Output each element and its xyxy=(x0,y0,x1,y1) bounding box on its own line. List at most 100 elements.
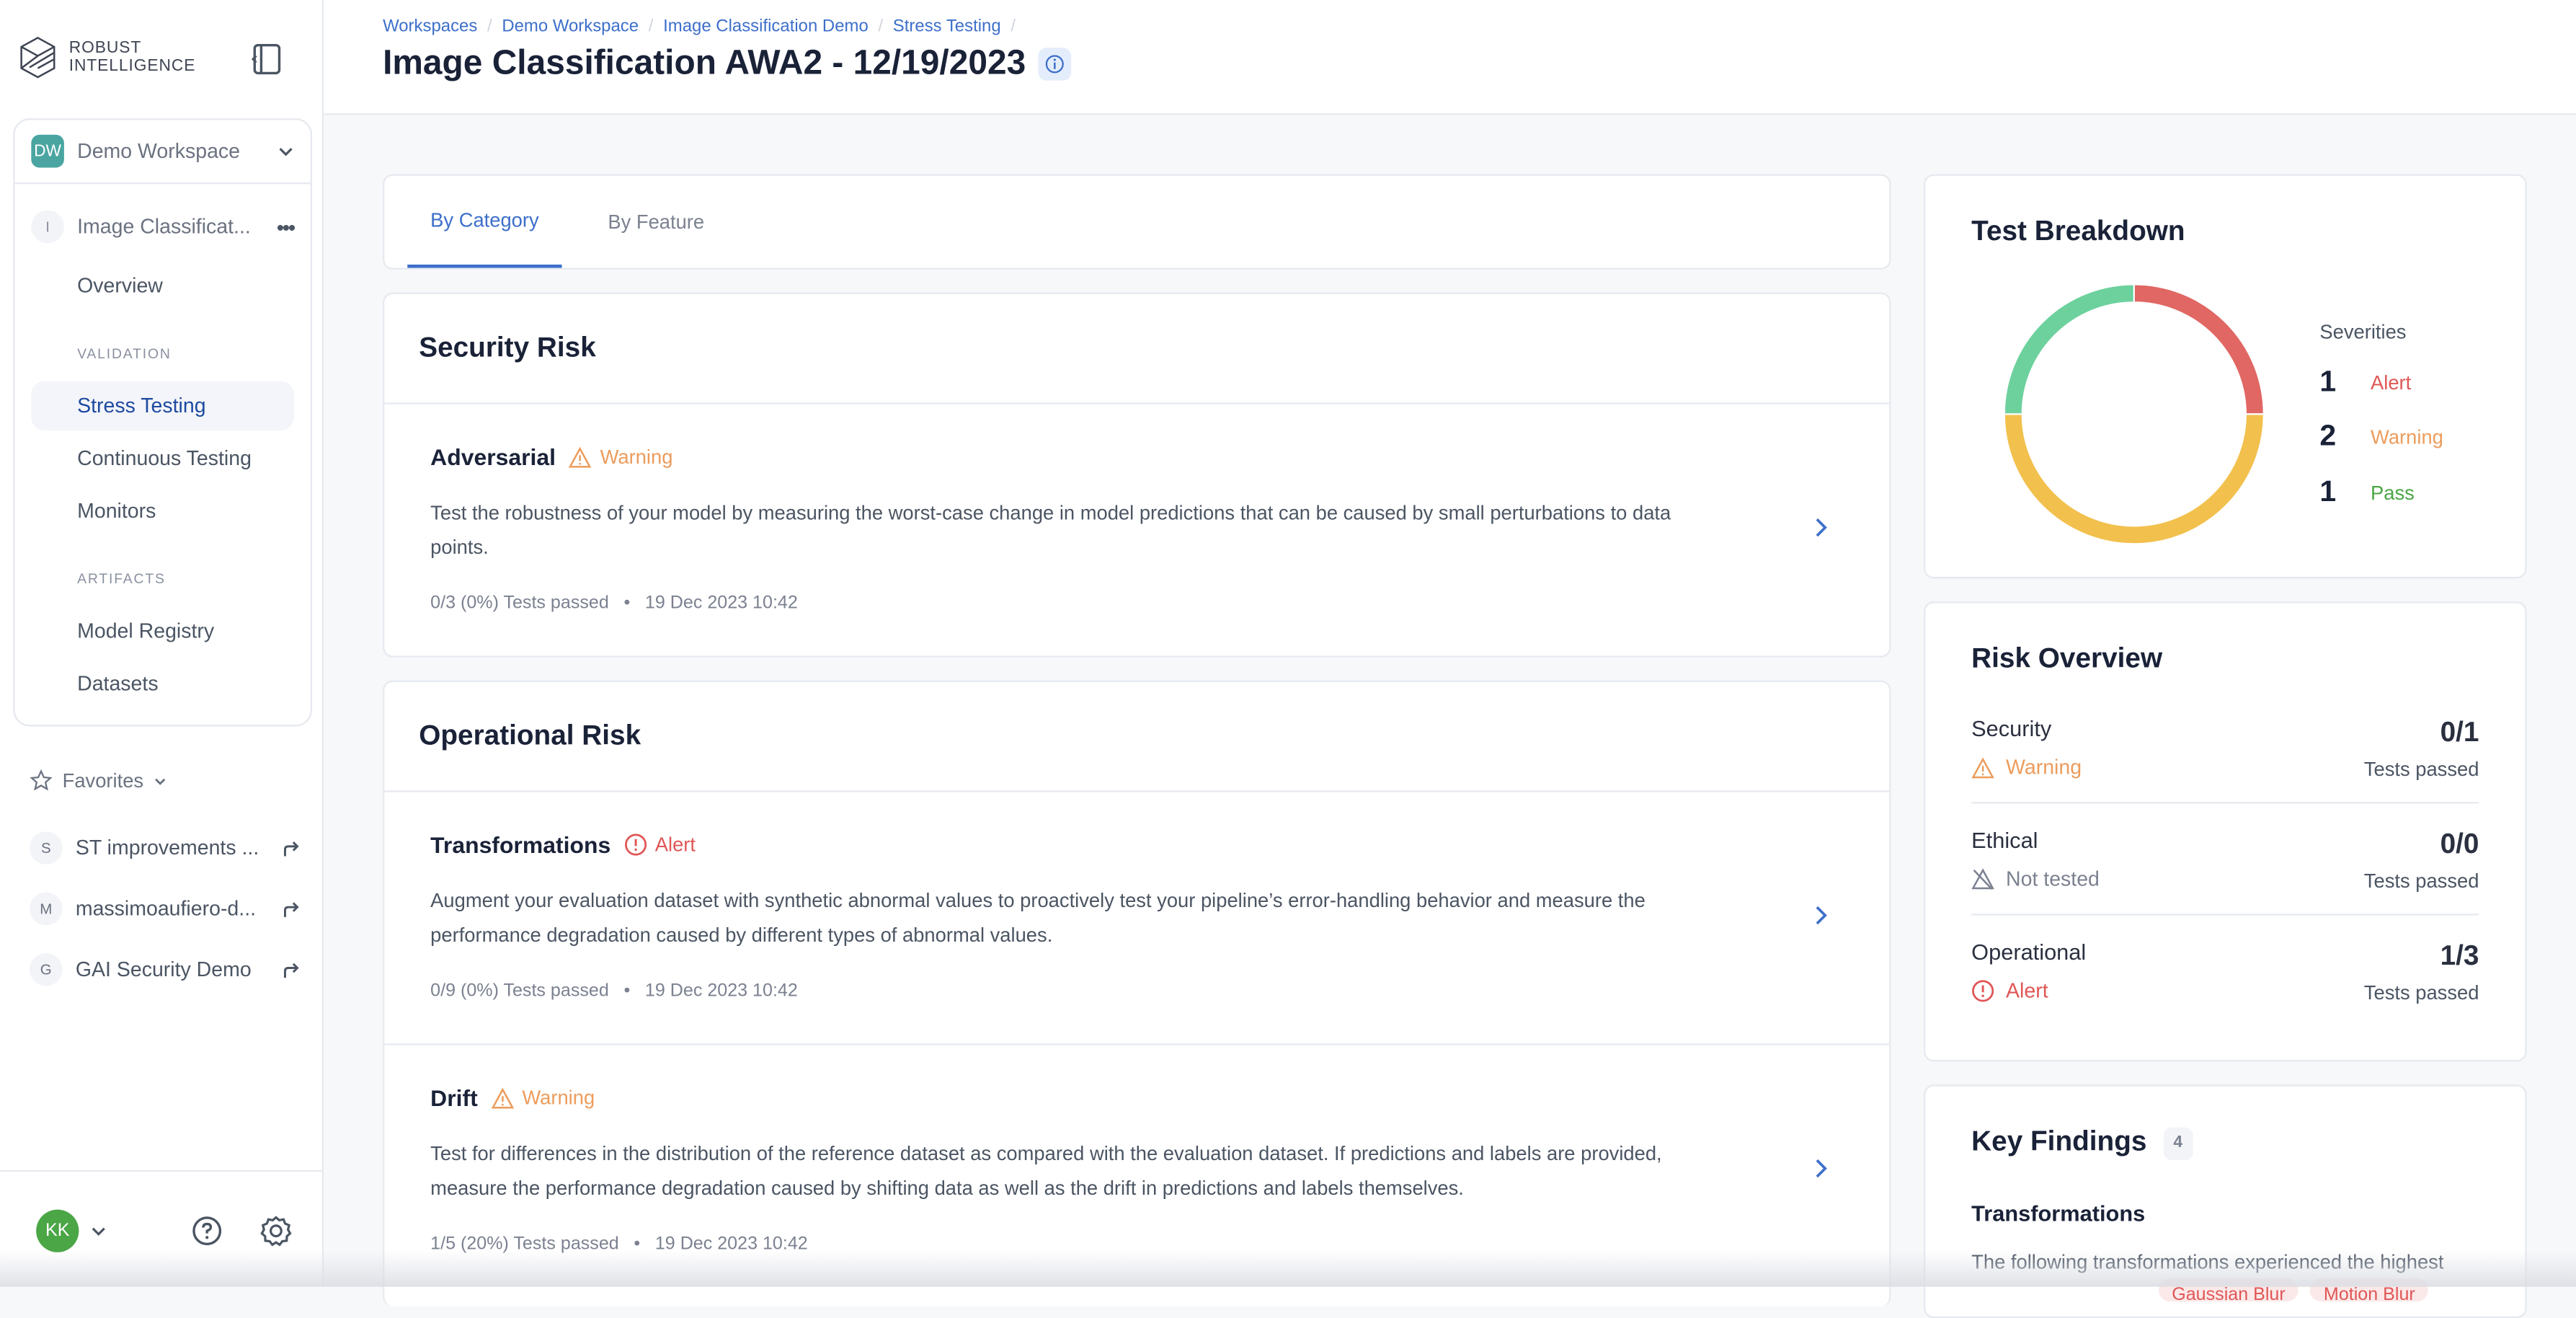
sidebar-item-overview[interactable]: Overview xyxy=(31,261,294,310)
workspace-avatar: DW xyxy=(31,134,64,168)
breadcrumb-demo-workspace[interactable]: Demo Workspace xyxy=(502,17,639,36)
finding-title: Transformations xyxy=(1971,1201,2146,1226)
legend-count: 2 xyxy=(2319,419,2337,452)
favorite-name: GAI Security Demo xyxy=(75,957,252,981)
collapse-sidebar-button[interactable] xyxy=(248,41,284,77)
tab-by-category[interactable]: By Category xyxy=(407,176,562,268)
sidebar-collapse-icon xyxy=(251,43,281,75)
risk-name: Security xyxy=(1971,716,2052,741)
project-name: Image Classificat... xyxy=(77,215,251,239)
chevron-right-icon[interactable] xyxy=(1811,516,1830,539)
test-description: Test the robustness of your model by mea… xyxy=(430,501,1671,559)
finding-tag[interactable]: Gaussian Blur xyxy=(2159,1278,2299,1302)
share-arrow-icon[interactable] xyxy=(281,838,301,857)
test-description: Augment your evaluation dataset with syn… xyxy=(430,889,1645,947)
sidebar-item-monitors[interactable]: Monitors xyxy=(31,487,294,536)
risk-score: 0/1 xyxy=(2440,716,2479,748)
favorite-item[interactable]: M massimoaufiero-d... xyxy=(30,888,301,930)
alert-circle-icon xyxy=(1972,980,1994,1002)
key-findings-card: Key Findings 4 Transformations The follow… xyxy=(1924,1084,2527,1318)
legend-count: 1 xyxy=(2319,474,2337,508)
more-options-icon[interactable]: ••• xyxy=(277,214,296,239)
meta-separator: • xyxy=(623,593,631,614)
test-meta: 0/3 (0%) Tests passed • 19 Dec 2023 10:4… xyxy=(430,593,798,613)
breadcrumb-separator: / xyxy=(648,16,654,37)
project-item[interactable]: I Image Classificat... ••• xyxy=(15,194,311,260)
tab-by-feature[interactable]: By Feature xyxy=(608,176,704,268)
chevron-right-icon[interactable] xyxy=(1811,904,1830,927)
risk-row-ethical[interactable]: Ethical Not tested 0/0 Tests passed xyxy=(1971,828,2479,921)
legend-label: Alert xyxy=(2371,370,2412,394)
breadcrumb-workspaces[interactable]: Workspaces xyxy=(383,17,477,36)
help-icon[interactable] xyxy=(190,1214,223,1247)
sidebar-item-continuous-testing[interactable]: Continuous Testing xyxy=(31,434,294,483)
chevron-down-icon xyxy=(279,148,293,156)
test-category-transformations[interactable]: Transformations Alert Augment your evalu… xyxy=(384,792,1889,1042)
share-arrow-icon[interactable] xyxy=(281,899,301,919)
test-meta: 1/5 (20%) Tests passed • 19 Dec 2023 10:… xyxy=(430,1234,808,1254)
favorites-toggle[interactable]: Favorites xyxy=(30,769,168,792)
brand-name: ROBUST INTELLIGENCE xyxy=(69,40,196,76)
share-arrow-icon[interactable] xyxy=(281,960,301,979)
favorite-avatar: G xyxy=(30,952,63,986)
page-header: Workspaces / Demo Workspace / Image Classi… xyxy=(324,0,2576,115)
star-icon xyxy=(30,769,53,791)
meta-separator: • xyxy=(623,981,631,1001)
risk-name: Operational xyxy=(1971,939,2087,965)
favorite-item[interactable]: S ST improvements ... xyxy=(30,826,301,869)
info-button[interactable] xyxy=(1039,48,1072,81)
status-text: Warning xyxy=(522,1086,595,1110)
workspace-selector[interactable]: DW Demo Workspace xyxy=(14,120,311,185)
warning-triangle-icon xyxy=(491,1087,514,1108)
breadcrumb-project[interactable]: Image Classification Demo xyxy=(663,17,869,36)
test-breakdown-card: Test Breakdown Severities 1 Alert 2 Warn… xyxy=(1924,174,2527,579)
donut-slice-warning[interactable] xyxy=(2003,413,2265,545)
status-text: Alert xyxy=(654,833,696,857)
user-avatar[interactable]: KK xyxy=(36,1209,79,1252)
warning-triangle-icon xyxy=(569,446,592,467)
donut-slice-alert[interactable] xyxy=(2133,283,2265,415)
test-name: Transformations xyxy=(430,831,611,858)
timestamp: 19 Dec 2023 10:42 xyxy=(644,593,798,614)
sidebar-item-datasets[interactable]: Datasets xyxy=(31,659,294,708)
sidebar-item-stress-testing[interactable]: Stress Testing xyxy=(31,381,294,431)
brand-logo[interactable]: ROBUST INTELLIGENCE xyxy=(19,36,195,79)
donut-slice-pass[interactable] xyxy=(2003,283,2135,415)
section-title: Security Risk xyxy=(419,332,596,363)
risk-status: Not tested xyxy=(1971,867,2100,890)
test-category-adversarial[interactable]: Adversarial Warning Test the robustness … xyxy=(384,404,1889,654)
timestamp: 19 Dec 2023 10:42 xyxy=(654,1234,808,1255)
workspace-name: Demo Workspace xyxy=(77,139,241,163)
card-title: Test Breakdown xyxy=(1971,215,2185,247)
status-badge: Warning xyxy=(491,1087,595,1110)
test-category-drift[interactable]: Drift Warning Test for differences in th… xyxy=(384,1045,1889,1295)
test-meta: 0/9 (0%) Tests passed • 19 Dec 2023 10:4… xyxy=(430,981,798,1001)
legend-title: Severities xyxy=(2319,320,2407,344)
brand-line-2: INTELLIGENCE xyxy=(68,57,196,76)
section-title: Operational Risk xyxy=(419,720,641,751)
legend-item-warning: 2 Warning xyxy=(2319,419,2443,454)
favorite-name: ST improvements ... xyxy=(75,836,259,860)
status-text: Alert xyxy=(2006,979,2048,1003)
breadcrumb: Workspaces / Demo Workspace / Image Classi… xyxy=(383,17,1016,36)
legend-item-pass: 1 Pass xyxy=(2319,475,2414,510)
status-text: Warning xyxy=(600,445,673,469)
favorite-item[interactable]: G GAI Security Demo xyxy=(30,948,301,991)
finding-tag[interactable]: Motion Blur xyxy=(2310,1278,2428,1302)
meta-separator: • xyxy=(634,1234,641,1255)
breadcrumb-stress-testing[interactable]: Stress Testing xyxy=(893,17,1001,36)
chevron-down-icon[interactable] xyxy=(90,1223,107,1239)
risk-row-operational[interactable]: Operational Alert 1/3 Tests passed xyxy=(1971,940,2479,1032)
risk-score: 0/0 xyxy=(2440,828,2479,860)
sidebar-item-model-registry[interactable]: Model Registry xyxy=(31,606,294,655)
risk-status: Alert xyxy=(1971,979,2048,1002)
risk-row-security[interactable]: Security Warning 0/1 Tests passed xyxy=(1971,717,2479,809)
legend-label: Pass xyxy=(2371,480,2415,504)
info-icon xyxy=(1046,55,1065,74)
legend-count: 1 xyxy=(2319,365,2337,398)
legend-label: Warning xyxy=(2371,425,2443,448)
settings-gear-icon[interactable] xyxy=(259,1214,293,1247)
chevron-right-icon[interactable] xyxy=(1811,1157,1830,1180)
artifacts-section-label: ARTIFACTS xyxy=(77,570,166,587)
test-name: Adversarial xyxy=(430,443,556,470)
